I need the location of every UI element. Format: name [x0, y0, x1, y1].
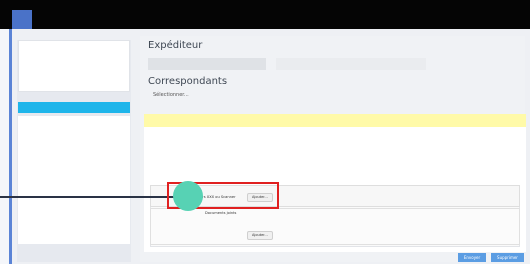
attachments-label: Documents joints: [205, 211, 237, 215]
sidebar-item-active[interactable]: [18, 102, 130, 113]
sender-field-secondary[interactable]: [276, 58, 426, 70]
add-attachment-button[interactable]: Ajouter...: [247, 231, 273, 240]
send-button[interactable]: Envoyer: [458, 253, 486, 262]
highlight-band: [144, 114, 526, 127]
app-accent-tab[interactable]: [12, 10, 32, 29]
sender-field[interactable]: [148, 58, 266, 70]
delete-button[interactable]: Supprimer: [491, 253, 524, 262]
recipients-heading: Correspondants: [148, 76, 228, 87]
callout-marker-dot: [173, 181, 203, 211]
sidebar: [17, 40, 131, 262]
callout-pointer-line: [0, 196, 175, 198]
sender-heading: Expéditeur: [148, 40, 203, 51]
sidebar-list: [18, 116, 130, 244]
top-bar: [0, 0, 530, 29]
sidebar-panel: [18, 40, 130, 92]
select-recipients-link[interactable]: Sélectionner...: [153, 92, 189, 98]
